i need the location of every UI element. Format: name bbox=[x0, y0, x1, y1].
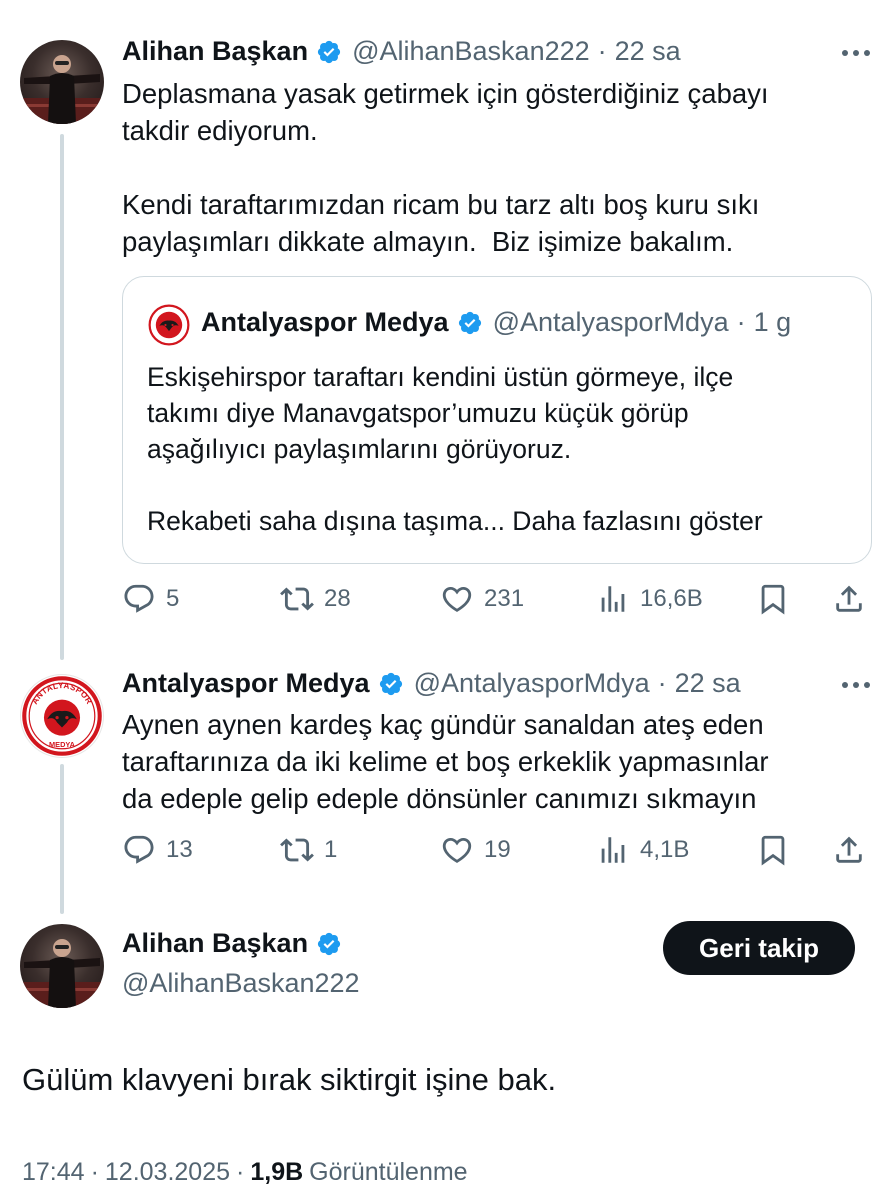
tweet-text: Aynen aynen kardeş kaç gündür sanaldan a… bbox=[122, 709, 769, 814]
person-photo bbox=[20, 55, 104, 124]
retweet-icon bbox=[280, 838, 314, 862]
views-button[interactable]: 16,6B bbox=[596, 582, 703, 616]
retweet-count: 1 bbox=[324, 836, 338, 863]
retweet-button[interactable]: 1 bbox=[280, 833, 337, 867]
like-count: 19 bbox=[484, 836, 511, 863]
thread-line bbox=[60, 764, 64, 914]
separator-dot: · bbox=[657, 668, 667, 698]
like-button[interactable]: 19 bbox=[440, 833, 511, 867]
separator-dot: · bbox=[236, 1158, 245, 1186]
author-name[interactable]: Antalyaspor Medya bbox=[122, 668, 370, 699]
tweet-meta: 17:44 · 12.03.2025 · 1,9B Görüntülenme bbox=[22, 1158, 468, 1187]
views-count: 16,6B bbox=[640, 585, 703, 612]
tweet-time[interactable]: 22 sa bbox=[675, 668, 741, 699]
tweet-time[interactable]: 22 sa bbox=[615, 36, 681, 67]
author-name[interactable]: Alihan Başkan bbox=[122, 928, 308, 959]
antalyaspor-logo: ANTALYASPOR MEDYA bbox=[22, 676, 102, 756]
bookmark-icon bbox=[761, 584, 785, 615]
verified-badge-icon bbox=[316, 39, 342, 65]
more-icon[interactable] bbox=[842, 50, 870, 56]
share-icon bbox=[836, 836, 862, 863]
avatar[interactable] bbox=[20, 40, 104, 124]
reply-count: 13 bbox=[166, 836, 193, 863]
svg-text:MEDYA: MEDYA bbox=[49, 740, 76, 749]
tweet-header: Alihan Başkan @AlihanBaskan222 · 22 sa bbox=[122, 36, 681, 67]
like-count: 231 bbox=[484, 585, 525, 612]
views-icon bbox=[601, 586, 625, 612]
quote-time: 1 g bbox=[753, 307, 792, 337]
views-button[interactable]: 4,1B bbox=[596, 833, 689, 867]
quote-author-handle: @AntalyasporMdya bbox=[492, 307, 729, 337]
quote-text: Eskişehirspor taraftarı kendini üstün gö… bbox=[147, 362, 763, 536]
avatar[interactable] bbox=[20, 924, 104, 1008]
tweet-date[interactable]: 12.03.2025 bbox=[105, 1158, 230, 1187]
tweet-text: Deplasmana yasak getirmek için gösterdiğ… bbox=[122, 78, 769, 257]
bookmark-button[interactable] bbox=[756, 833, 790, 867]
separator-dot: · bbox=[597, 36, 607, 66]
tweet-actions: 13 1 19 4,1B bbox=[122, 833, 872, 873]
quoted-tweet[interactable]: Antalyaspor Medya @AntalyasporMdya · 1 g… bbox=[122, 276, 872, 564]
reply-icon bbox=[124, 584, 154, 613]
share-icon bbox=[836, 585, 862, 612]
bookmark-icon bbox=[761, 835, 785, 866]
reply-icon bbox=[124, 835, 154, 864]
bookmark-button[interactable] bbox=[756, 582, 790, 616]
tweet-time[interactable]: 17:44 bbox=[22, 1158, 85, 1187]
tweet-header: Antalyaspor Medya @AntalyasporMdya · 22 … bbox=[122, 668, 741, 699]
retweet-button[interactable]: 28 bbox=[280, 582, 351, 616]
author-name[interactable]: Alihan Başkan bbox=[122, 36, 308, 67]
views-icon bbox=[601, 837, 625, 863]
reply-button[interactable]: 13 bbox=[122, 833, 193, 867]
more-icon[interactable] bbox=[842, 682, 870, 688]
retweet-icon bbox=[280, 587, 314, 611]
verified-badge-icon bbox=[378, 671, 404, 697]
main-author: Alihan Başkan bbox=[122, 928, 352, 959]
avatar[interactable]: ANTALYASPOR MEDYA bbox=[20, 674, 104, 758]
verified-badge-icon bbox=[316, 931, 342, 957]
author-handle[interactable]: @AntalyasporMdya bbox=[414, 668, 650, 699]
separator-dot: · bbox=[736, 307, 746, 337]
quote-author-name: Antalyaspor Medya bbox=[201, 307, 449, 337]
views-count: 4,1B bbox=[640, 836, 690, 863]
separator-dot: · bbox=[90, 1158, 99, 1186]
views-label: Görüntülenme bbox=[309, 1158, 468, 1186]
quote-avatar bbox=[147, 303, 191, 347]
tweet-actions: 5 28 231 16,6B bbox=[122, 582, 872, 622]
person-photo bbox=[20, 939, 104, 1008]
like-icon bbox=[442, 586, 472, 612]
reply-count: 5 bbox=[166, 585, 180, 612]
reply-button[interactable]: 5 bbox=[122, 582, 179, 616]
author-handle[interactable]: @AlihanBaskan222 bbox=[122, 968, 360, 999]
tweet-text: Gülüm klavyeni bırak siktirgit işine bak… bbox=[22, 1062, 557, 1097]
follow-back-button[interactable]: Geri takip bbox=[663, 921, 855, 975]
quote-header: Antalyaspor Medya @AntalyasporMdya · 1 g bbox=[201, 307, 791, 338]
like-icon bbox=[442, 837, 472, 863]
antalyaspor-logo bbox=[147, 303, 191, 347]
thread-line bbox=[60, 134, 64, 660]
retweet-count: 28 bbox=[324, 585, 351, 612]
verified-badge-icon bbox=[457, 310, 483, 336]
share-button[interactable] bbox=[832, 582, 866, 616]
like-button[interactable]: 231 bbox=[440, 582, 524, 616]
share-button[interactable] bbox=[832, 833, 866, 867]
author-handle[interactable]: @AlihanBaskan222 bbox=[352, 36, 590, 67]
views-count: 1,9B bbox=[250, 1158, 304, 1186]
